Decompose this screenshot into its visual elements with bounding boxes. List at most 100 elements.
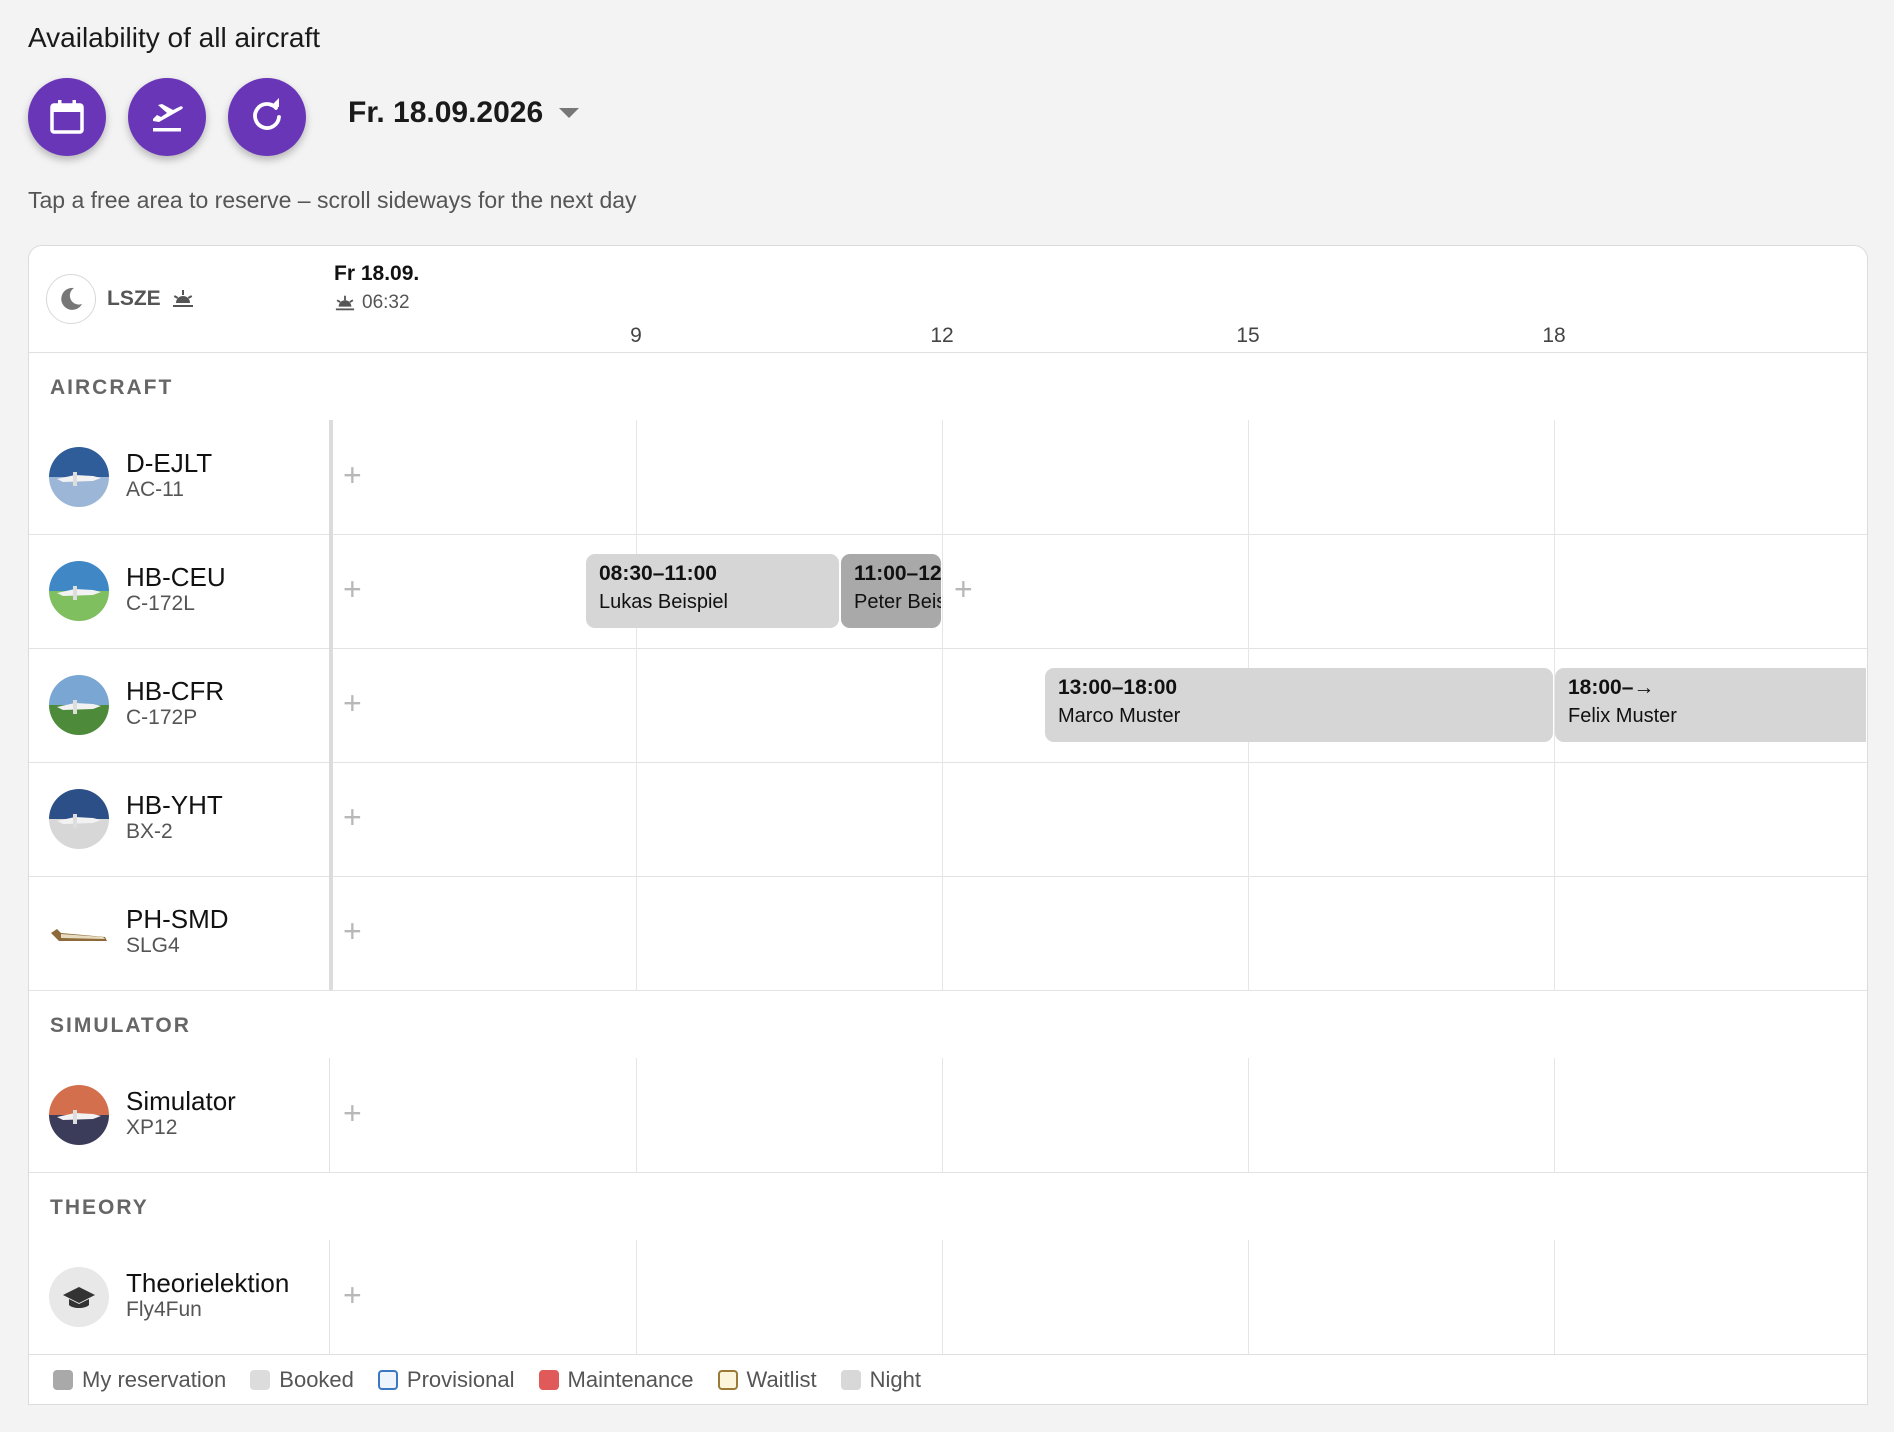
section-label: AIRCRAFT <box>50 376 174 399</box>
timeline-header: LSZE Fr 18.09. 06:32 9 12 15 18 <box>29 246 1867 353</box>
booking-block[interactable]: 11:00–12: Peter Beisp <box>841 554 941 628</box>
legend-item: My reservation <box>53 1367 226 1393</box>
chevron-down-icon <box>559 108 580 118</box>
day-label: Fr 18.09. <box>334 262 420 285</box>
add-reservation-button[interactable]: + <box>954 573 973 605</box>
row-divider <box>329 1240 330 1354</box>
legend: My reservation Booked Provisional Maintenan… <box>29 1354 1867 1404</box>
grid-line <box>1554 1058 1555 1172</box>
grid-line <box>942 876 943 990</box>
avatar <box>49 447 109 507</box>
resource-name: HB-CEU <box>126 562 226 592</box>
date-label: Fr. 18.09.2026 <box>348 96 544 129</box>
avatar <box>49 675 109 735</box>
grid-line <box>636 876 637 990</box>
legend-swatch <box>717 1369 738 1390</box>
resource-type: BX-2 <box>126 820 173 843</box>
avatar <box>49 903 109 963</box>
row-divider <box>329 1058 330 1172</box>
resource-info[interactable]: Simulator XP12 <box>29 1058 329 1172</box>
grid-line <box>1554 762 1555 876</box>
grid-line <box>636 1058 637 1172</box>
aircraft-photo <box>57 472 101 486</box>
section-label: THEORY <box>50 1196 149 1219</box>
booking-time: 11:00–12: <box>854 562 941 585</box>
resource-info[interactable]: PH-SMD SLG4 <box>29 876 329 990</box>
date-dropdown[interactable]: Fr. 18.09.2026 <box>348 96 580 130</box>
resource-row: HB-CEU C-172L +08:30–11:00 Lukas Beispiel 11… <box>29 534 1867 649</box>
airport-code: LSZE <box>107 287 161 310</box>
legend-label: Maintenance <box>567 1366 694 1392</box>
resource-info[interactable]: HB-YHT BX-2 <box>29 762 329 876</box>
avatar <box>49 1267 109 1327</box>
night-mode-toggle[interactable] <box>46 274 96 324</box>
resource-name: HB-CFR <box>126 676 225 706</box>
resource-type: XP12 <box>126 1116 178 1139</box>
grid-line <box>1248 420 1249 534</box>
grid-line <box>942 1058 943 1172</box>
hour-tick: 12 <box>930 324 954 347</box>
grid-line <box>636 648 637 762</box>
resource-info[interactable]: D-EJLT AC-11 <box>29 420 329 534</box>
resource-info[interactable]: HB-CEU C-172L <box>29 534 329 648</box>
legend-label: My reservation <box>82 1366 227 1392</box>
row-divider <box>329 876 333 990</box>
sunrise-time: 06:32 <box>334 292 410 314</box>
resource-type: Fly4Fun <box>126 1298 202 1321</box>
resource-name: Simulator <box>126 1086 236 1116</box>
legend-swatch <box>377 1369 398 1390</box>
legend-item: Booked <box>250 1367 354 1393</box>
legend-item: Maintenance <box>538 1366 694 1393</box>
grid-line <box>636 420 637 534</box>
takeoff-button[interactable] <box>128 78 206 156</box>
grid-line <box>1248 762 1249 876</box>
resource-name: HB-YHT <box>126 790 223 820</box>
calendar-icon <box>50 100 84 134</box>
booking-time: 08:30–11:00 <box>599 562 717 585</box>
grid-line <box>1248 1058 1249 1172</box>
hour-tick: 9 <box>630 324 642 347</box>
add-reservation-button[interactable]: + <box>343 915 362 947</box>
row-divider <box>329 762 333 876</box>
resource-type: AC-11 <box>126 478 184 501</box>
sunrise-value: 06:32 <box>362 292 410 313</box>
resource-info[interactable]: Theorielektion Fly4Fun <box>29 1240 329 1354</box>
resource-row: HB-CFR C-172P +13:00–18:00 Marco Muster 18:0… <box>29 648 1867 763</box>
legend-swatch <box>840 1369 861 1390</box>
resource-name: PH-SMD <box>126 904 229 934</box>
legend-label: Waitlist <box>746 1366 817 1392</box>
hour-tick: 15 <box>1236 324 1260 347</box>
avatar <box>49 789 109 849</box>
booking-block[interactable]: 08:30–11:00 Lukas Beispiel <box>586 554 839 628</box>
moon-icon <box>61 287 82 310</box>
row-divider <box>329 420 333 534</box>
add-reservation-button[interactable]: + <box>343 1097 362 1129</box>
booking-block[interactable]: 18:00–→ Felix Muster <box>1555 668 1866 742</box>
add-reservation-button[interactable]: + <box>343 801 362 833</box>
grid-line <box>942 420 943 534</box>
add-reservation-button[interactable]: + <box>343 573 362 605</box>
row-divider <box>329 534 333 648</box>
aircraft-photo <box>57 1110 101 1124</box>
resource-row: HB-YHT BX-2 + <box>29 762 1867 877</box>
resource-row: D-EJLT AC-11 + <box>29 420 1867 535</box>
add-reservation-button[interactable]: + <box>343 459 362 491</box>
refresh-button[interactable] <box>228 78 306 156</box>
booking-person: Marco Muster <box>1058 705 1181 727</box>
avatar <box>49 561 109 621</box>
booking-block[interactable]: 13:00–18:00 Marco Muster <box>1045 668 1553 742</box>
sunrise-icon <box>335 295 355 311</box>
booking-time: 13:00–18:00 <box>1058 676 1178 699</box>
grid-line <box>636 1240 637 1354</box>
resource-info[interactable]: HB-CFR C-172P <box>29 648 329 762</box>
add-reservation-button[interactable]: + <box>343 687 362 719</box>
hint-text: Tap a free area to reserve – scroll side… <box>28 187 637 213</box>
grid-line <box>942 762 943 876</box>
legend-item: Provisional <box>377 1367 515 1393</box>
add-reservation-button[interactable]: + <box>343 1279 362 1311</box>
grid-line <box>942 1240 943 1354</box>
booking-time: 18:00–→ <box>1568 676 1655 699</box>
legend-item: Waitlist <box>717 1366 817 1393</box>
aircraft-photo <box>57 700 101 714</box>
calendar-button[interactable] <box>28 78 106 156</box>
